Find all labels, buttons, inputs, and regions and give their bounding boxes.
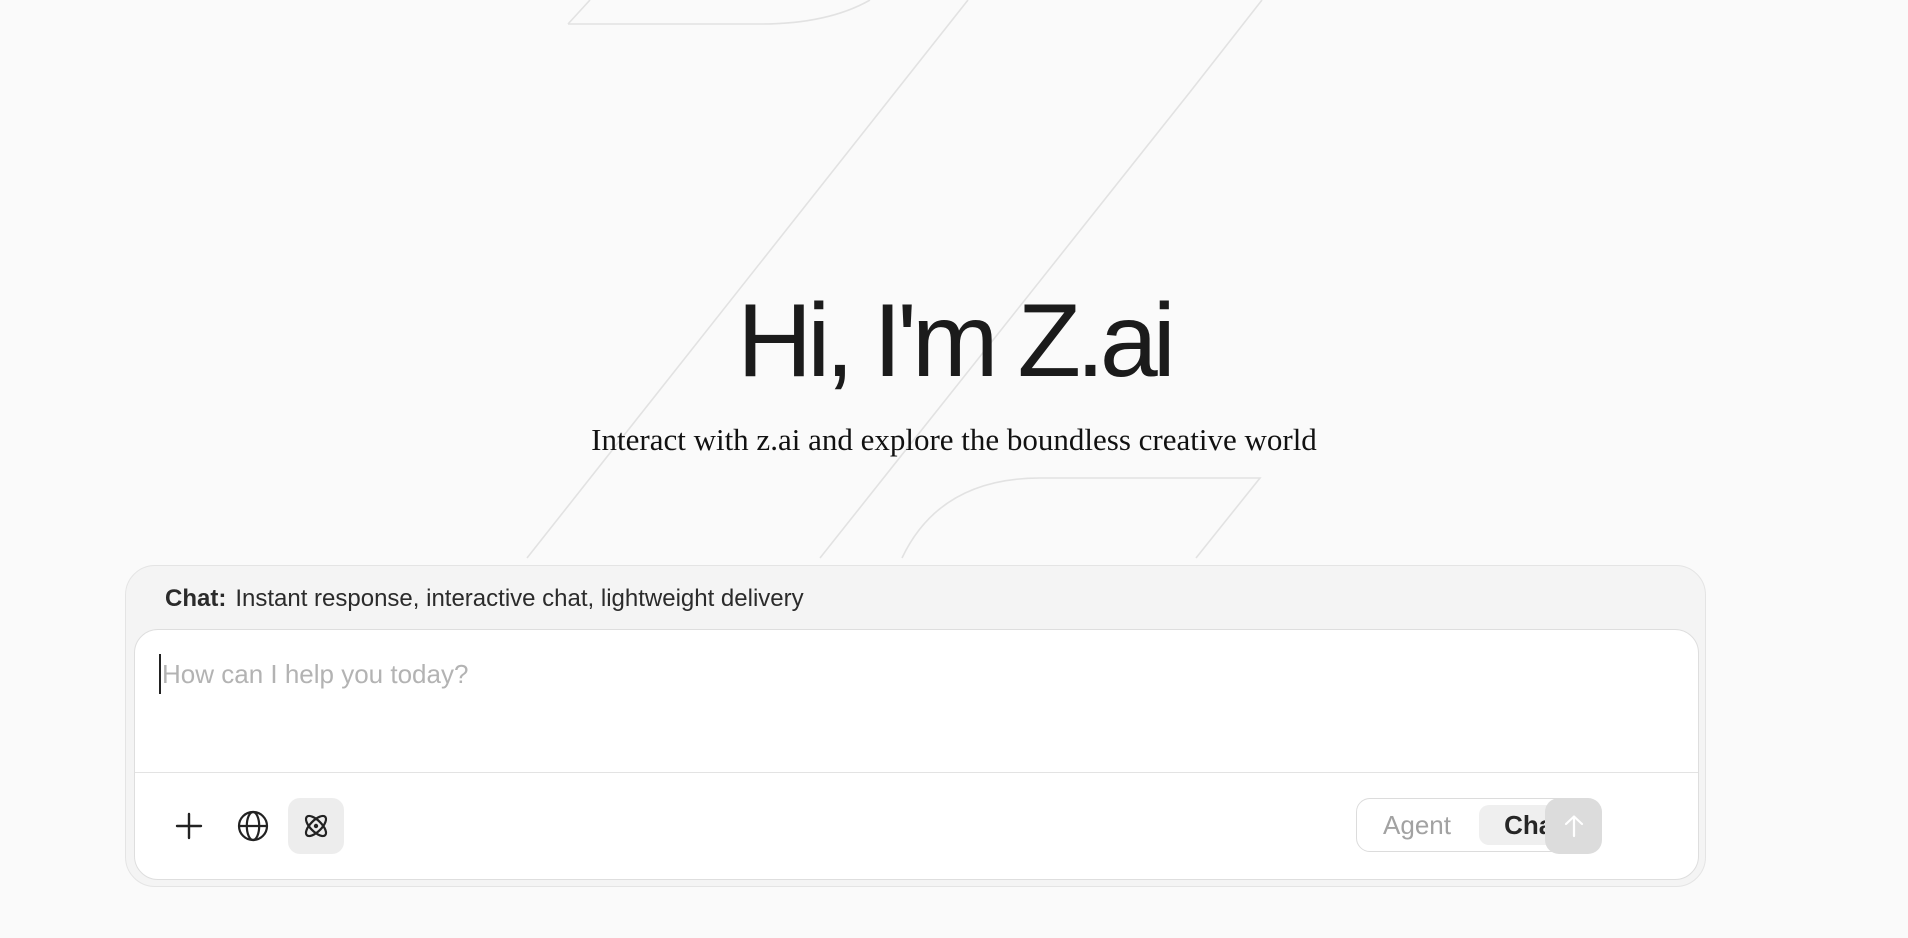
mode-description: Chat: Instant response, interactive chat,…: [165, 584, 804, 614]
prompt-input[interactable]: [159, 654, 1662, 694]
composer-input-area: Agent Chat: [134, 629, 1699, 880]
mode-description-text: Instant response, interactive chat, ligh…: [235, 585, 804, 612]
page-subtitle: Interact with z.ai and explore the bound…: [591, 422, 1317, 457]
chat-composer: Chat: Instant response, interactive chat,…: [125, 565, 1706, 887]
add-attachment-button[interactable]: [161, 798, 217, 854]
mode-description-name: Chat:: [165, 585, 227, 612]
mode-option-agent[interactable]: Agent: [1365, 805, 1469, 845]
toolbar-divider: [135, 772, 1698, 773]
deep-think-button[interactable]: [288, 798, 344, 854]
page-title: Hi, I'm Z.ai: [737, 283, 1176, 399]
plus-icon: [175, 812, 203, 840]
web-search-button[interactable]: [225, 798, 281, 854]
globe-icon: [237, 810, 269, 842]
arrow-up-icon: [1564, 815, 1583, 838]
atom-icon: [304, 814, 328, 838]
send-button[interactable]: [1545, 798, 1602, 854]
